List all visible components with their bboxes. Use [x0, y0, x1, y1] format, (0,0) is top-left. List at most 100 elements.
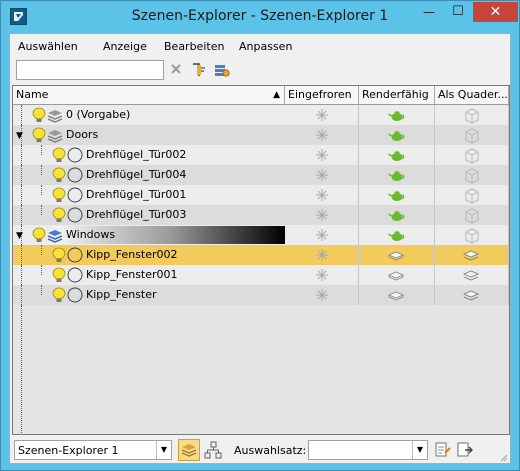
visibility-bulb-icon[interactable]: [51, 267, 67, 286]
menu-select[interactable]: Auswählen: [18, 40, 78, 53]
tree-row[interactable]: Drehflügel_Tür004: [13, 165, 509, 185]
frozen-cell[interactable]: [285, 105, 359, 125]
display-as-box-cell[interactable]: [435, 205, 509, 225]
display-as-box-cell[interactable]: [435, 245, 509, 265]
expand-toggle-icon[interactable]: ▼: [16, 131, 23, 141]
tree-row[interactable]: Kipp_Fenster001: [13, 265, 509, 285]
visibility-bulb-icon[interactable]: [51, 147, 67, 166]
renderable-teapot-icon[interactable]: [388, 107, 406, 126]
renderable-teapot-icon[interactable]: [388, 227, 406, 246]
visibility-bulb-icon[interactable]: [51, 247, 67, 266]
expand-toggle-icon[interactable]: ▼: [16, 231, 23, 241]
renderable-cell[interactable]: [359, 125, 435, 145]
frozen-cell[interactable]: [285, 285, 359, 305]
layer-stack-icon[interactable]: [47, 227, 63, 246]
display-as-box-cell[interactable]: [435, 265, 509, 285]
renderable-cell[interactable]: [359, 165, 435, 185]
object-circle-icon[interactable]: [67, 167, 83, 186]
search-input[interactable]: [16, 60, 164, 80]
column-frozen[interactable]: Eingefroren: [285, 86, 359, 104]
object-circle-icon[interactable]: [67, 287, 83, 306]
row-name-cell[interactable]: Kipp_Fenster002: [13, 245, 285, 265]
renderable-cell[interactable]: [359, 105, 435, 125]
frozen-cell[interactable]: [285, 125, 359, 145]
layer-stack-icon[interactable]: [47, 127, 63, 146]
title-bar[interactable]: Szenen-Explorer - Szenen-Explorer 1 — ☐ …: [1, 1, 519, 33]
tree-row[interactable]: Drehflügel_Tür001: [13, 185, 509, 205]
object-circle-icon[interactable]: [67, 147, 83, 166]
tree-row[interactable]: ▼ Doors: [13, 125, 509, 145]
renderable-teapot-icon[interactable]: [388, 147, 406, 166]
frozen-cell[interactable]: [285, 265, 359, 285]
freeze-snowflake-icon[interactable]: [314, 107, 330, 126]
row-name-cell[interactable]: ▼ Doors: [13, 125, 285, 145]
display-as-box-cell[interactable]: [435, 145, 509, 165]
tree-row[interactable]: Kipp_Fenster: [13, 285, 509, 305]
visibility-bulb-icon[interactable]: [51, 187, 67, 206]
row-name-cell[interactable]: 0 (Vorgabe): [13, 105, 285, 125]
renderable-teapot-icon[interactable]: [388, 207, 406, 226]
maximize-button[interactable]: ☐: [444, 2, 472, 22]
frozen-cell[interactable]: [285, 145, 359, 165]
close-button[interactable]: ✕: [473, 2, 518, 22]
selection-set-select[interactable]: ▼: [308, 440, 428, 460]
renderable-cell[interactable]: [359, 265, 435, 285]
tree-row[interactable]: Kipp_Fenster002: [13, 245, 509, 265]
minimize-button[interactable]: —: [415, 2, 443, 22]
row-name-cell[interactable]: Drehflügel_Tür003: [13, 205, 285, 225]
column-name[interactable]: Name ▲: [13, 86, 285, 104]
display-as-box-cell[interactable]: [435, 185, 509, 205]
menu-display[interactable]: Anzeige: [103, 40, 147, 53]
renderable-cell[interactable]: [359, 145, 435, 165]
filter-icon[interactable]: [191, 62, 209, 80]
export-selection-set-icon[interactable]: [456, 441, 474, 459]
display-as-box-cell[interactable]: [435, 285, 509, 305]
renderable-slab-icon[interactable]: [387, 287, 406, 306]
freeze-snowflake-icon[interactable]: [314, 187, 330, 206]
row-name-cell[interactable]: ▼ Windows: [13, 225, 285, 245]
display-as-box-cell[interactable]: [435, 125, 509, 145]
freeze-snowflake-icon[interactable]: [314, 227, 330, 246]
renderable-cell[interactable]: [359, 245, 435, 265]
visibility-bulb-icon[interactable]: [31, 107, 47, 126]
display-as-box-cell[interactable]: [435, 225, 509, 245]
tree-row[interactable]: Drehflügel_Tür003: [13, 205, 509, 225]
display-as-box-cell[interactable]: [435, 105, 509, 125]
freeze-snowflake-icon[interactable]: [314, 167, 330, 186]
renderable-teapot-icon[interactable]: [388, 127, 406, 146]
freeze-snowflake-icon[interactable]: [314, 207, 330, 226]
row-name-cell[interactable]: Drehflügel_Tür001: [13, 185, 285, 205]
freeze-snowflake-icon[interactable]: [314, 127, 330, 146]
menu-customize[interactable]: Anpassen: [239, 40, 292, 53]
resize-grip-icon[interactable]: [498, 452, 508, 462]
renderable-slab-icon[interactable]: [387, 267, 406, 286]
renderable-cell[interactable]: [359, 205, 435, 225]
column-display-as-box[interactable]: Als Quader...: [435, 86, 509, 104]
frozen-cell[interactable]: [285, 245, 359, 265]
row-name-cell[interactable]: Drehflügel_Tür004: [13, 165, 285, 185]
column-renderable[interactable]: Renderfähig: [359, 86, 435, 104]
renderable-cell[interactable]: [359, 285, 435, 305]
menu-edit[interactable]: Bearbeiten: [164, 40, 224, 53]
freeze-snowflake-icon[interactable]: [314, 267, 330, 286]
row-name-cell[interactable]: Drehflügel_Tür002: [13, 145, 285, 165]
renderable-cell[interactable]: [359, 185, 435, 205]
clear-search-icon[interactable]: [169, 62, 187, 80]
renderable-teapot-icon[interactable]: [388, 187, 406, 206]
freeze-snowflake-icon[interactable]: [314, 287, 330, 306]
frozen-cell[interactable]: [285, 165, 359, 185]
tree-row[interactable]: Drehflügel_Tür002: [13, 145, 509, 165]
visibility-bulb-icon[interactable]: [31, 127, 47, 146]
visibility-bulb-icon[interactable]: [31, 227, 47, 246]
frozen-cell[interactable]: [285, 205, 359, 225]
hierarchy-mode-icon[interactable]: [204, 441, 222, 459]
layer-settings-icon[interactable]: [214, 62, 232, 80]
renderable-cell[interactable]: [359, 225, 435, 245]
edit-selection-set-icon[interactable]: [434, 441, 452, 459]
freeze-snowflake-icon[interactable]: [314, 147, 330, 166]
object-circle-icon[interactable]: [67, 207, 83, 226]
layer-stack-icon[interactable]: [47, 107, 63, 126]
renderable-slab-icon[interactable]: [387, 247, 406, 266]
frozen-cell[interactable]: [285, 185, 359, 205]
renderable-teapot-icon[interactable]: [388, 167, 406, 186]
